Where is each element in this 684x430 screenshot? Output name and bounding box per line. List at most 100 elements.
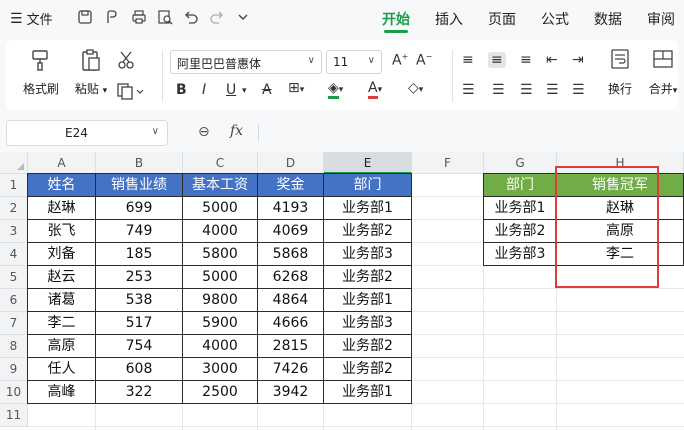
align-center-icon[interactable]: ☰ <box>492 82 505 98</box>
table1-cell[interactable]: 业务部1 <box>323 196 412 220</box>
cut-button[interactable] <box>114 50 138 70</box>
table1-cell[interactable]: 高原 <box>27 334 96 358</box>
copy-button[interactable] <box>114 82 148 100</box>
align-left-icon[interactable]: ☰ <box>462 82 475 98</box>
tab-home[interactable]: 开始 <box>382 9 410 29</box>
table1-cell[interactable]: 业务部2 <box>323 265 412 289</box>
align-right-icon[interactable]: ☰ <box>520 82 533 98</box>
table1-cell[interactable]: 李二 <box>27 311 96 335</box>
table1-cell[interactable]: 5800 <box>182 242 258 266</box>
table1-cell[interactable]: 赵云 <box>27 265 96 289</box>
table1-cell[interactable]: 张飞 <box>27 219 96 243</box>
table2-header-cell[interactable]: 部门 <box>483 173 557 197</box>
zoom-search-icon[interactable]: ⊖ <box>198 124 210 140</box>
table1-cell[interactable]: 517 <box>95 311 183 335</box>
paste-button[interactable]: 粘贴 ▾ <box>70 48 112 97</box>
align-top-icon[interactable]: ≡ <box>462 52 474 68</box>
table1-cell[interactable]: 185 <box>95 242 183 266</box>
table1-cell[interactable]: 5900 <box>182 311 258 335</box>
table1-cell[interactable]: 608 <box>95 357 183 381</box>
wrap-text-button[interactable]: 换行 <box>602 48 638 97</box>
table1-cell[interactable]: 6268 <box>257 265 324 289</box>
table1-cell[interactable]: 诸葛 <box>27 288 96 312</box>
table1-cell[interactable]: 4069 <box>257 219 324 243</box>
table1-cell[interactable]: 5000 <box>182 196 258 220</box>
table1-cell[interactable]: 322 <box>95 380 183 404</box>
formula-input[interactable] <box>258 120 682 146</box>
tab-data[interactable]: 数据 <box>594 9 622 29</box>
column-header-g[interactable]: G <box>484 152 557 174</box>
row-header-7[interactable]: 7 <box>0 312 28 335</box>
table1-cell[interactable]: 253 <box>95 265 183 289</box>
column-header-c[interactable]: C <box>183 152 258 174</box>
column-header-f[interactable]: F <box>412 152 484 174</box>
export-pdf-icon[interactable] <box>103 8 121 26</box>
table1-cell[interactable]: 业务部2 <box>323 357 412 381</box>
row-header-4[interactable]: 4 <box>0 243 28 266</box>
indent-increase-icon[interactable]: ⇥ <box>572 52 584 68</box>
table1-cell[interactable]: 4864 <box>257 288 324 312</box>
column-header-b[interactable]: B <box>96 152 183 174</box>
fx-icon[interactable]: fx <box>230 123 243 139</box>
table1-cell[interactable]: 7426 <box>257 357 324 381</box>
table1-cell[interactable]: 4000 <box>182 219 258 243</box>
row-header-9[interactable]: 9 <box>0 358 28 381</box>
table1-cell[interactable]: 2815 <box>257 334 324 358</box>
underline-icon[interactable]: U <box>226 82 236 98</box>
column-header-d[interactable]: D <box>258 152 324 174</box>
save-icon[interactable] <box>76 8 94 26</box>
merge-button[interactable]: 合并▾ <box>646 48 680 97</box>
row-header-3[interactable]: 3 <box>0 220 28 243</box>
table1-cell[interactable]: 业务部2 <box>323 219 412 243</box>
print-preview-icon[interactable] <box>156 8 174 26</box>
table2-cell[interactable]: 业务部1 <box>483 196 557 220</box>
table1-cell[interactable]: 业务部3 <box>323 242 412 266</box>
table1-header-cell[interactable]: 基本工资 <box>182 173 258 197</box>
column-header-e[interactable]: E <box>324 152 412 174</box>
row-header-1[interactable]: 1 <box>0 174 28 197</box>
table1-cell[interactable]: 699 <box>95 196 183 220</box>
tab-review[interactable]: 审阅 <box>647 9 675 29</box>
undo-icon[interactable] <box>182 8 200 26</box>
table1-cell[interactable]: 5000 <box>182 265 258 289</box>
align-bottom-icon[interactable]: ≡ <box>520 52 532 68</box>
table1-cell[interactable]: 2500 <box>182 380 258 404</box>
table1-cell[interactable]: 538 <box>95 288 183 312</box>
justify-icon[interactable]: ☰ <box>546 82 559 98</box>
tab-page[interactable]: 页面 <box>488 9 516 29</box>
column-header-a[interactable]: A <box>28 152 96 174</box>
tab-formula[interactable]: 公式 <box>541 9 569 29</box>
border-icon[interactable]: ⊞▾ <box>288 80 304 96</box>
increase-font-icon[interactable]: A+ <box>392 52 408 69</box>
align-middle-icon[interactable]: ≡ <box>488 52 506 68</box>
table1-cell[interactable]: 业务部3 <box>323 311 412 335</box>
row-header-2[interactable]: 2 <box>0 197 28 220</box>
redo-icon[interactable] <box>208 8 226 26</box>
table1-cell[interactable]: 9800 <box>182 288 258 312</box>
table1-header-cell[interactable]: 销售业绩 <box>95 173 183 197</box>
table1-cell[interactable]: 4193 <box>257 196 324 220</box>
table2-cell[interactable]: 业务部3 <box>483 242 557 266</box>
font-family-select[interactable]: 阿里巴巴普惠体 ∨ <box>170 50 322 74</box>
table1-cell[interactable]: 业务部1 <box>323 380 412 404</box>
format-painter-button[interactable]: 格式刷 <box>20 48 62 97</box>
table1-cell[interactable]: 任人 <box>27 357 96 381</box>
clear-format-icon[interactable]: ◇▾ <box>408 80 423 96</box>
table1-cell[interactable]: 749 <box>95 219 183 243</box>
table1-cell[interactable]: 3942 <box>257 380 324 404</box>
table1-cell[interactable]: 3000 <box>182 357 258 381</box>
table1-cell[interactable]: 业务部2 <box>323 334 412 358</box>
table1-cell[interactable]: 高峰 <box>27 380 96 404</box>
font-color-icon[interactable]: A▾ <box>368 80 382 99</box>
print-icon[interactable] <box>130 8 148 26</box>
table1-cell[interactable]: 业务部1 <box>323 288 412 312</box>
table1-cell[interactable]: 赵琳 <box>27 196 96 220</box>
tab-insert[interactable]: 插入 <box>435 9 463 29</box>
bold-icon[interactable]: B <box>176 82 187 98</box>
decrease-font-icon[interactable]: A− <box>416 52 432 69</box>
table1-header-cell[interactable]: 奖金 <box>257 173 324 197</box>
table1-cell[interactable]: 754 <box>95 334 183 358</box>
table1-header-cell[interactable]: 姓名 <box>27 173 96 197</box>
table1-header-cell[interactable]: 部门 <box>323 173 412 197</box>
chevron-down-icon[interactable]: ▾ <box>242 86 247 96</box>
